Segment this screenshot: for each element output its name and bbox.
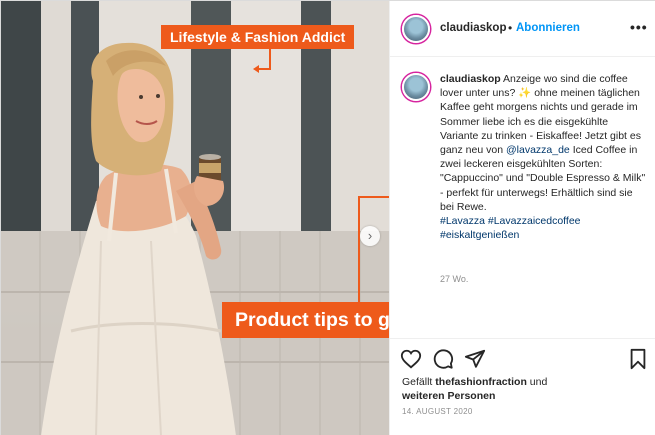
likes-summary: Gefällt thefashionfraction und weiteren … — [402, 375, 652, 403]
annotation-arrow-lifestyle — [253, 48, 271, 73]
hashtag-link[interactable]: #Lavazza — [440, 215, 485, 227]
time-ago[interactable]: 27 Wo. — [440, 274, 468, 284]
share-icon[interactable] — [464, 348, 486, 370]
woman-figure — [41, 42, 236, 435]
liked-by-user-link[interactable]: thefashionfraction — [435, 376, 527, 388]
action-bar — [390, 338, 655, 374]
hashtag-link[interactable]: #Lavazzaicedcoffee — [488, 215, 581, 227]
liked-by-others-link[interactable]: weiteren Personen — [402, 390, 495, 402]
more-options-icon[interactable]: ••• — [630, 19, 648, 35]
heart-icon[interactable] — [400, 348, 422, 370]
mention-link[interactable]: @lavazza_de — [506, 144, 570, 156]
post-caption: claudiaskop Anzeige wo sind die coffee l… — [440, 72, 648, 242]
post-date: 14. AUGUST 2020 — [402, 407, 473, 416]
post-photo: › — [1, 1, 389, 435]
caption-username[interactable]: claudiaskop — [440, 73, 501, 85]
likes-prefix: Gefällt — [402, 376, 433, 388]
bookmark-icon[interactable] — [627, 348, 649, 370]
avatar[interactable] — [402, 15, 430, 43]
post-header: claudiaskop • Abonnieren ••• — [390, 1, 655, 57]
comment-icon[interactable] — [432, 348, 454, 370]
separator-dot: • — [508, 21, 513, 35]
caption-avatar[interactable] — [402, 73, 430, 101]
follow-button[interactable]: Abonnieren — [516, 22, 580, 34]
username-link[interactable]: claudiaskop — [440, 22, 506, 34]
post-details-panel: claudiaskop • Abonnieren ••• claudiaskop… — [389, 1, 655, 435]
hashtag-link[interactable]: #eiskaltgenießen — [440, 229, 519, 241]
instagram-post-frame: › Lifestyle & Fashion Addict Product tip… — [0, 0, 655, 435]
likes-and: und — [529, 376, 548, 388]
sparkle-emoji: ✨ — [518, 87, 532, 100]
annotation-label-lifestyle: Lifestyle & Fashion Addict — [161, 25, 355, 49]
